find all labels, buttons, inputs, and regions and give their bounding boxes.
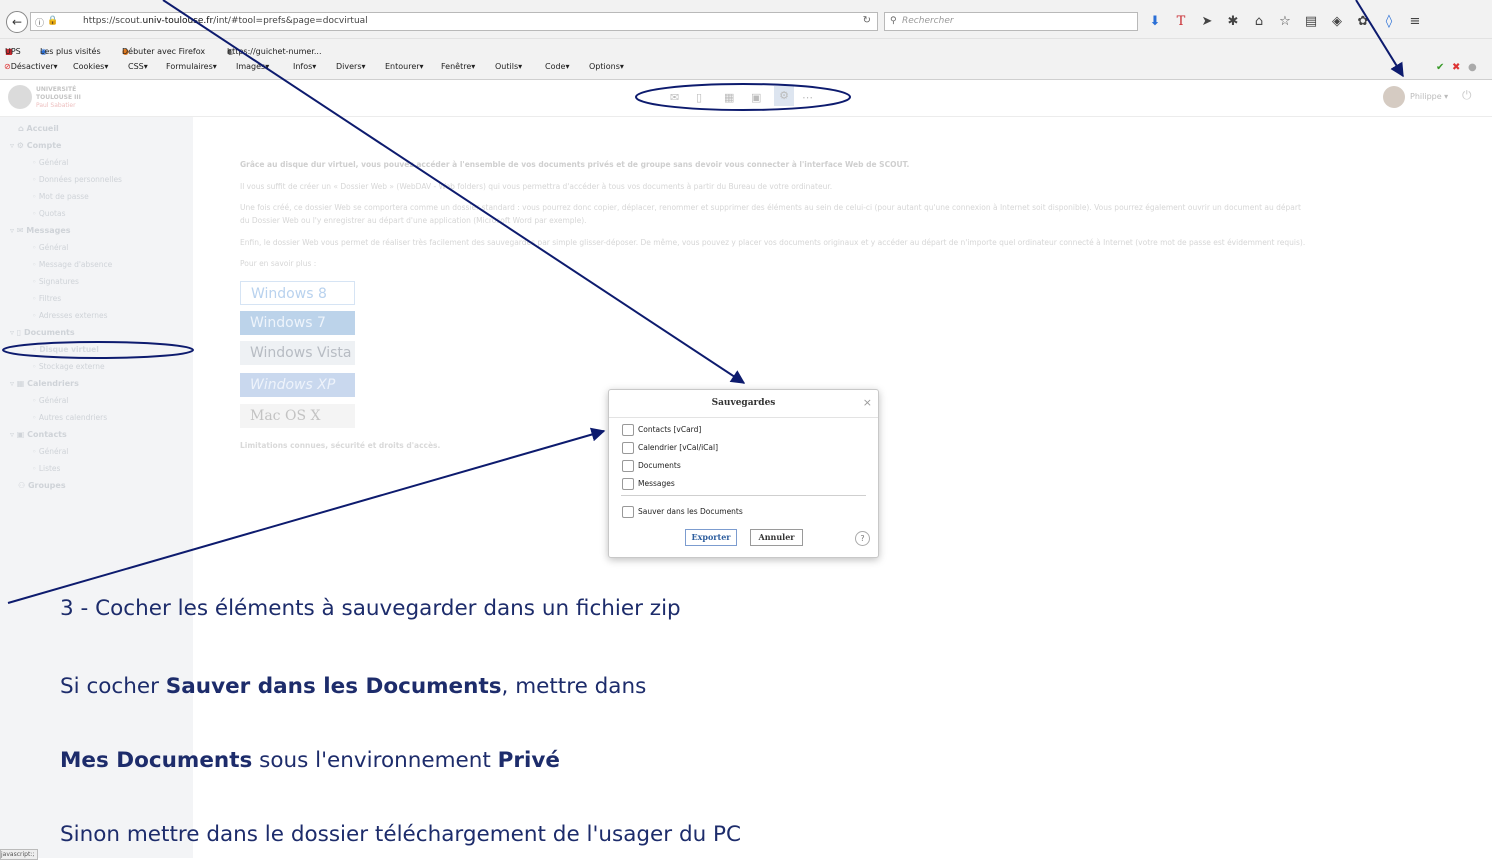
annotation-line3: Mes Documents sous l'environnement Privé [60,748,560,773]
annotation-line4: Sinon mettre dans le dossier téléchargem… [60,822,742,847]
annotation-overlay [2,0,1404,604]
arrow-to-options [7,427,606,604]
highlight-tabs [635,83,851,111]
status-bar: javascript:; [0,849,38,860]
arrow-to-user-menu [1355,0,1404,78]
highlight-virtual-disk [2,341,194,359]
annotation-line2: Si cocher Sauver dans les Documents, met… [60,674,647,699]
annotation-step3: 3 - Cocher les éléments à sauvegarder da… [60,596,681,621]
arrow-to-dialog [162,0,746,384]
